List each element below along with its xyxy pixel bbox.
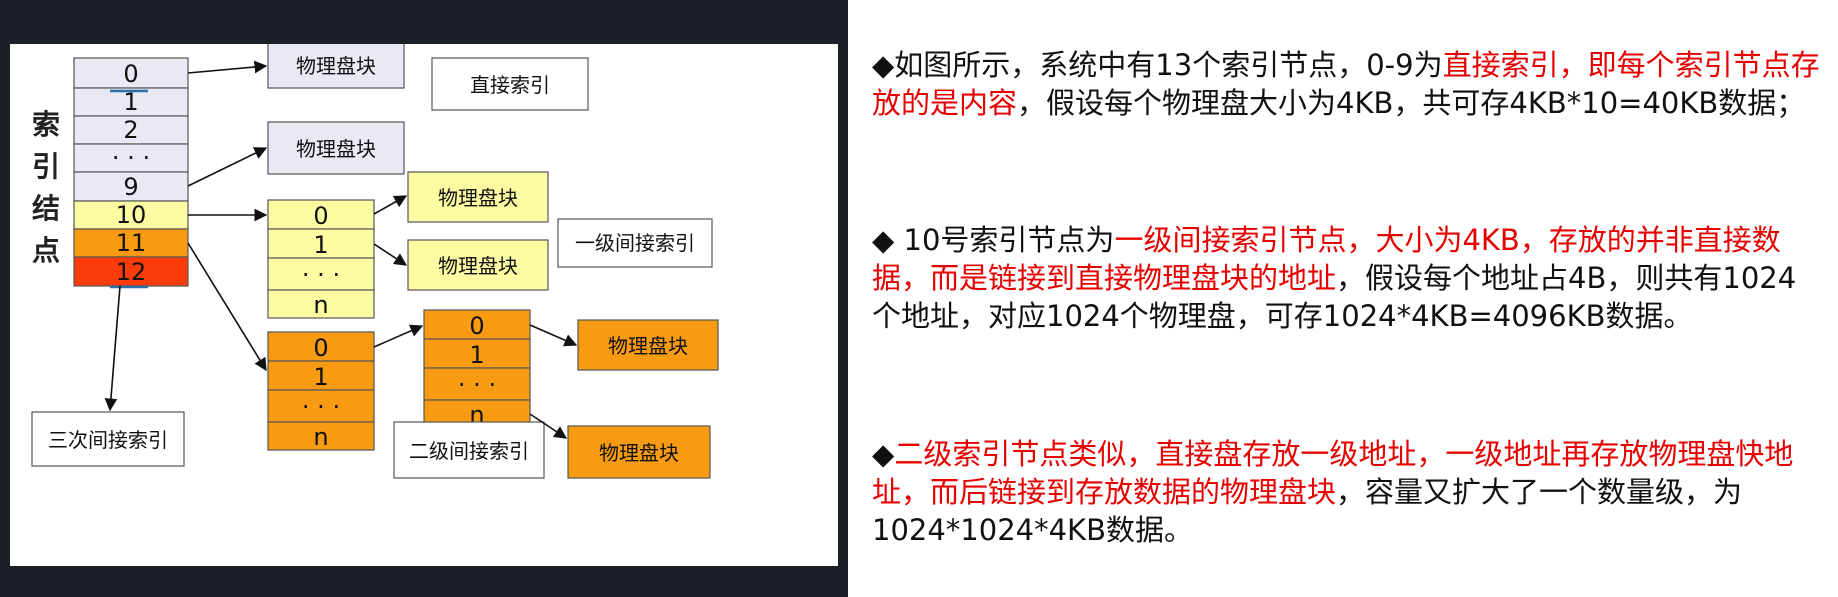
double-indirect-cell-label: 0 <box>313 334 328 362</box>
vertical-label-char: 索 <box>32 108 60 141</box>
paragraph-direct-index: ◆如图所示，系统中有13个索引节点，0-9为直接索引，即每个索引节点存放的是内容… <box>872 46 1822 122</box>
index-cell-label: 11 <box>116 229 147 257</box>
single-indirect-cell-label: 1 <box>313 231 328 259</box>
explanation-panel: ◆如图所示，系统中有13个索引节点，0-9为直接索引，即每个索引节点存放的是内容… <box>848 0 1838 597</box>
vertical-label-char: 引 <box>32 150 60 183</box>
single-indirect-cell-label: · · · <box>302 261 340 289</box>
double-indirect-cell-label: 1 <box>313 363 328 391</box>
physical-block-label: 物理盘块 <box>438 254 518 278</box>
arrow <box>187 147 268 187</box>
direct-index-label: 直接索引 <box>470 73 550 97</box>
triple-indirect-label: 三次间接索引 <box>48 428 168 452</box>
physical-block-label: 物理盘块 <box>438 186 518 210</box>
paragraph-single-indirect: ◆ 10号索引节点为一级间接索引节点，大小为4KB，存放的并非直接数据，而是链接… <box>872 221 1822 335</box>
arrow <box>187 60 268 74</box>
physical-block-label: 物理盘块 <box>608 334 688 358</box>
physical-block-label: 物理盘块 <box>599 441 679 465</box>
left-panel: 索 引 结 点 0 1 2 · · · 9 10 11 12 物理盘块 物理盘块… <box>0 0 848 597</box>
single-indirect-label: 一级间接索引 <box>575 231 695 255</box>
index-cell-label: · · · <box>112 144 150 172</box>
double-indirect-cell-label: 0 <box>469 312 484 340</box>
text-span: ，假设每个物理盘大小为4KB，共可存4KB*10=40KB数据； <box>1017 86 1806 120</box>
arrow <box>529 324 578 347</box>
arrow <box>187 242 267 372</box>
double-indirect-cell-label: · · · <box>458 371 496 399</box>
paragraph-double-indirect: ◆二级索引节点类似，直接盘存放一级地址，一级地址再存放物理盘快地址，而后链接到存… <box>872 435 1822 549</box>
single-indirect-cell-label: 0 <box>313 202 328 230</box>
diagram-canvas: 索 引 结 点 0 1 2 · · · 9 10 11 12 物理盘块 物理盘块… <box>31 39 719 479</box>
text-span: ◆如图所示，系统中有13个索引节点，0-9为 <box>872 48 1443 82</box>
single-indirect-cell-label: n <box>313 291 328 319</box>
index-cell-label: 9 <box>123 173 138 201</box>
double-indirect-cell-label: n <box>313 423 328 451</box>
arrow <box>373 195 408 215</box>
double-indirect-label: 二级间接索引 <box>409 439 529 463</box>
physical-block-label: 物理盘块 <box>296 54 376 78</box>
index-node-vertical-label: 索 引 结 点 <box>32 108 60 267</box>
physical-block-label: 物理盘块 <box>296 137 376 161</box>
vertical-label-char: 点 <box>32 234 60 267</box>
index-cell-label: 2 <box>123 116 138 144</box>
index-cell-label: 12 <box>116 258 147 286</box>
double-indirect-cell-label: 1 <box>469 341 484 369</box>
index-diagram: 索 引 结 点 0 1 2 · · · 9 10 11 12 物理盘块 物理盘块… <box>10 39 838 566</box>
text-span: ◆ <box>872 437 895 471</box>
double-indirect-cell-label: · · · <box>302 393 340 421</box>
arrow <box>104 285 121 412</box>
index-cell-label: 0 <box>123 60 138 88</box>
text-span: ◆ 10号索引节点为 <box>872 223 1115 257</box>
arrow <box>373 243 408 266</box>
index-cell-label: 10 <box>116 201 147 229</box>
arrow <box>373 324 424 348</box>
vertical-label-char: 结 <box>32 192 60 225</box>
